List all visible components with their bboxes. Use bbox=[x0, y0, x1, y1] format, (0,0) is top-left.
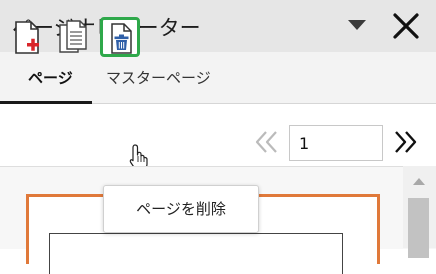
delete-page-icon bbox=[111, 23, 132, 54]
triangle-down-icon bbox=[348, 20, 366, 30]
tab-master-pages[interactable]: マスターページ bbox=[106, 67, 211, 88]
delete-page-tooltip: ページを削除 bbox=[103, 185, 259, 233]
scrollbar-thumb[interactable] bbox=[408, 198, 429, 258]
delete-page-button[interactable] bbox=[100, 17, 140, 57]
panel-menu-button[interactable] bbox=[346, 16, 368, 34]
page-content-frame bbox=[49, 233, 343, 274]
next-page-button[interactable] bbox=[390, 128, 420, 156]
add-page-button[interactable] bbox=[10, 19, 44, 59]
close-icon bbox=[393, 13, 419, 39]
scroll-up-arrow-icon[interactable] bbox=[412, 176, 426, 186]
add-page-icon bbox=[15, 21, 39, 54]
page-number-input[interactable] bbox=[289, 125, 383, 161]
double-chevron-right-icon bbox=[395, 131, 417, 153]
tab-pages[interactable]: ページ bbox=[28, 67, 73, 88]
panel-close-button[interactable] bbox=[390, 10, 422, 42]
previous-page-button[interactable] bbox=[252, 128, 282, 156]
tab-bar: ページ マスターページ bbox=[0, 52, 436, 104]
duplicate-page-button[interactable] bbox=[56, 19, 90, 59]
double-chevron-left-icon bbox=[255, 131, 277, 153]
duplicate-page-icon bbox=[59, 20, 87, 53]
vertical-scrollbar[interactable] bbox=[403, 166, 436, 258]
